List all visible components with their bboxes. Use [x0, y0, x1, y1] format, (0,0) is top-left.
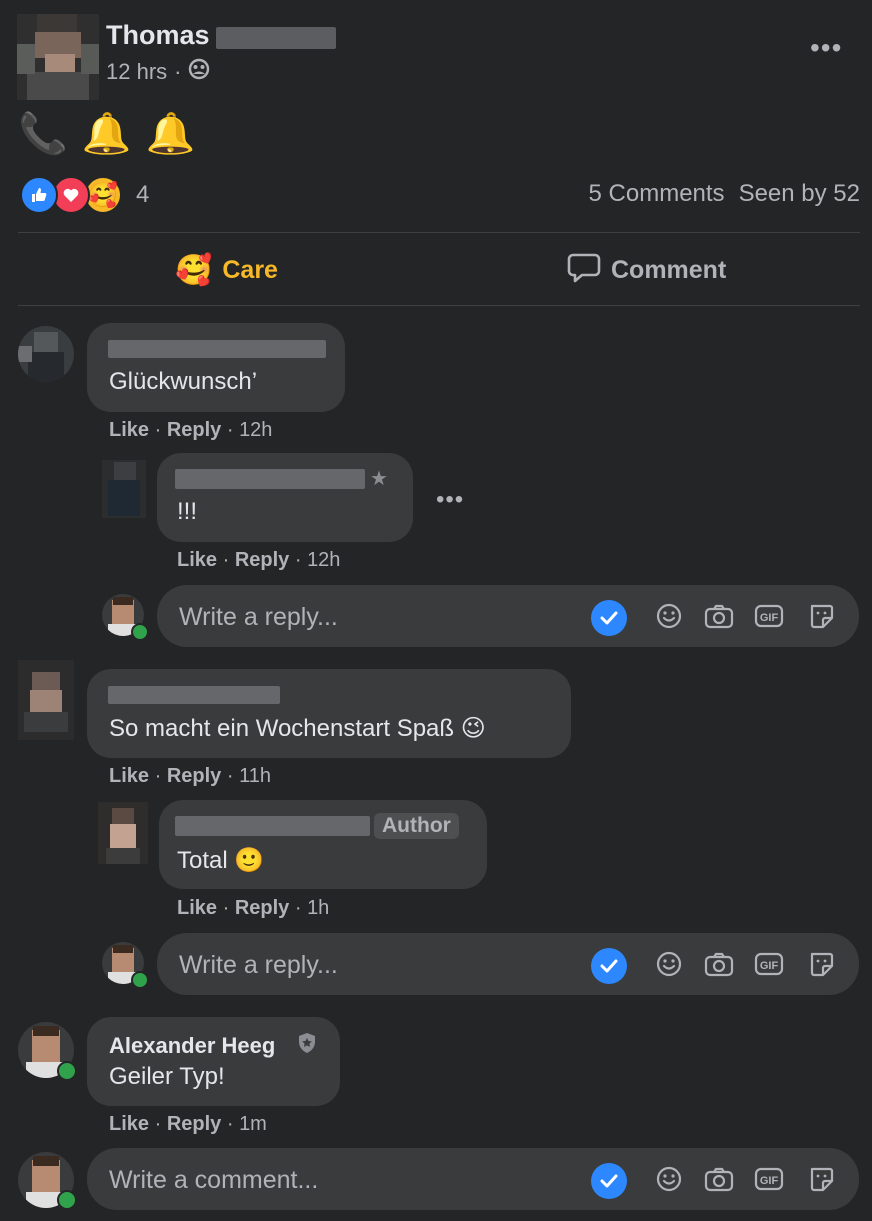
care-reaction-icon: 🥰 [175, 253, 213, 287]
sticker-icon[interactable] [805, 1163, 837, 1195]
reply-avatar[interactable] [98, 802, 148, 864]
reply-link[interactable]: Reply [167, 1113, 221, 1135]
comment-time[interactable]: 11h [239, 765, 271, 787]
friends-audience-icon[interactable] [188, 58, 210, 86]
gif-icon[interactable]: GIF [753, 948, 785, 980]
reply-avatar[interactable] [102, 460, 146, 518]
redacted-commenter-name [108, 686, 280, 704]
admin-shield-icon [297, 1032, 317, 1059]
comment-bubble-icon [567, 251, 601, 290]
comments-count-link[interactable]: 5 Comments [589, 180, 725, 208]
care-button-label: Care [222, 255, 278, 284]
emoji-icon[interactable] [653, 600, 685, 632]
comment-text: Geiler Typ! [109, 1063, 225, 1090]
star-icon: ★ [370, 468, 388, 490]
camera-icon[interactable] [703, 1163, 735, 1195]
redacted-commenter-name [108, 340, 326, 358]
reply-actions: Like · Reply · 12h [177, 549, 341, 571]
commenter-avatar[interactable] [18, 326, 74, 382]
reaction-count: 4 [136, 181, 150, 208]
divider [18, 232, 860, 233]
like-link[interactable]: Like [109, 765, 149, 787]
online-status-indicator [57, 1190, 77, 1210]
camera-icon[interactable] [703, 600, 735, 632]
reply-link[interactable]: Reply [235, 549, 289, 571]
comment-actions: Like · Reply · 11h [109, 765, 271, 787]
post-stats: 5 Comments Seen by 52 [589, 180, 860, 208]
comment-button[interactable]: Comment [567, 248, 726, 292]
comment-button-label: Comment [611, 255, 727, 284]
online-status-indicator [131, 971, 149, 989]
reply-input[interactable] [177, 933, 581, 997]
more-options-icon[interactable]: ••• [810, 34, 842, 62]
online-status-indicator [57, 1061, 77, 1081]
post-author-name[interactable]: Thomas [106, 20, 210, 51]
bell-emoji: 🔔 [81, 112, 132, 156]
emoji-icon[interactable] [653, 1163, 685, 1195]
gif-icon[interactable]: GIF [753, 600, 785, 632]
reply-input-box: GIF [157, 933, 859, 997]
checkmark-icon[interactable] [591, 948, 627, 984]
reply-input-box: GIF [157, 585, 859, 649]
svg-text:GIF: GIF [760, 612, 779, 624]
post-body: 📞 🔔 🔔 [18, 110, 195, 157]
post-meta: 12 hrs · [106, 58, 210, 86]
checkmark-icon[interactable] [591, 600, 627, 636]
seen-by-link[interactable]: Seen by 52 [739, 180, 860, 208]
svg-text:GIF: GIF [760, 960, 779, 972]
reply-input[interactable] [177, 585, 581, 649]
comment-time[interactable]: 12h [239, 419, 272, 441]
comment-time[interactable]: 1m [239, 1113, 267, 1135]
divider [18, 305, 860, 306]
reply-link[interactable]: Reply [167, 419, 221, 441]
care-button[interactable]: 🥰 Care [175, 248, 278, 292]
commenter-name[interactable]: Alexander Heeg [109, 1033, 275, 1059]
comment-text: So macht ein Wochenstart Spaß 😉 [109, 715, 486, 742]
like-link[interactable]: Like [177, 897, 217, 919]
reply-text: Total 🙂 [177, 847, 265, 874]
reaction-summary[interactable]: 🥰 4 [20, 176, 149, 214]
post-author-avatar[interactable] [17, 14, 99, 100]
commenter-avatar[interactable] [18, 660, 74, 740]
reply-actions: Like · Reply · 1h [177, 897, 330, 919]
like-link[interactable]: Like [177, 549, 217, 571]
comment-text: Glückwunsch’ [109, 368, 258, 395]
sticker-icon[interactable] [805, 948, 837, 980]
post-time[interactable]: 12 hrs [106, 59, 167, 85]
more-options-icon[interactable]: ••• [436, 486, 464, 514]
reply-link[interactable]: Reply [167, 765, 221, 787]
bell-emoji: 🔔 [145, 112, 196, 156]
comment-actions: Like · Reply · 1m [109, 1113, 267, 1135]
redacted-commenter-name [175, 469, 365, 489]
comment-input[interactable] [107, 1148, 511, 1212]
online-status-indicator [131, 623, 149, 641]
redacted-last-name [216, 27, 336, 49]
sticker-icon[interactable] [805, 600, 837, 632]
telephone-emoji: 📞 [18, 112, 68, 156]
comment-actions: Like · Reply · 12h [109, 419, 273, 441]
emoji-icon[interactable] [653, 948, 685, 980]
like-reaction-icon [20, 176, 58, 214]
reply-time[interactable]: 12h [307, 549, 340, 571]
gif-icon[interactable]: GIF [753, 1163, 785, 1195]
author-badge: Author [374, 813, 459, 839]
reply-text: !!! [177, 498, 198, 525]
redacted-commenter-name [175, 816, 370, 836]
checkmark-icon[interactable] [591, 1163, 627, 1199]
like-link[interactable]: Like [109, 1113, 149, 1135]
reply-time[interactable]: 1h [307, 897, 329, 919]
reply-link[interactable]: Reply [235, 897, 289, 919]
comment-bubble [87, 1017, 340, 1106]
comment-input-box: GIF [87, 1148, 859, 1212]
svg-text:GIF: GIF [760, 1175, 779, 1187]
like-link[interactable]: Like [109, 419, 149, 441]
camera-icon[interactable] [703, 948, 735, 980]
